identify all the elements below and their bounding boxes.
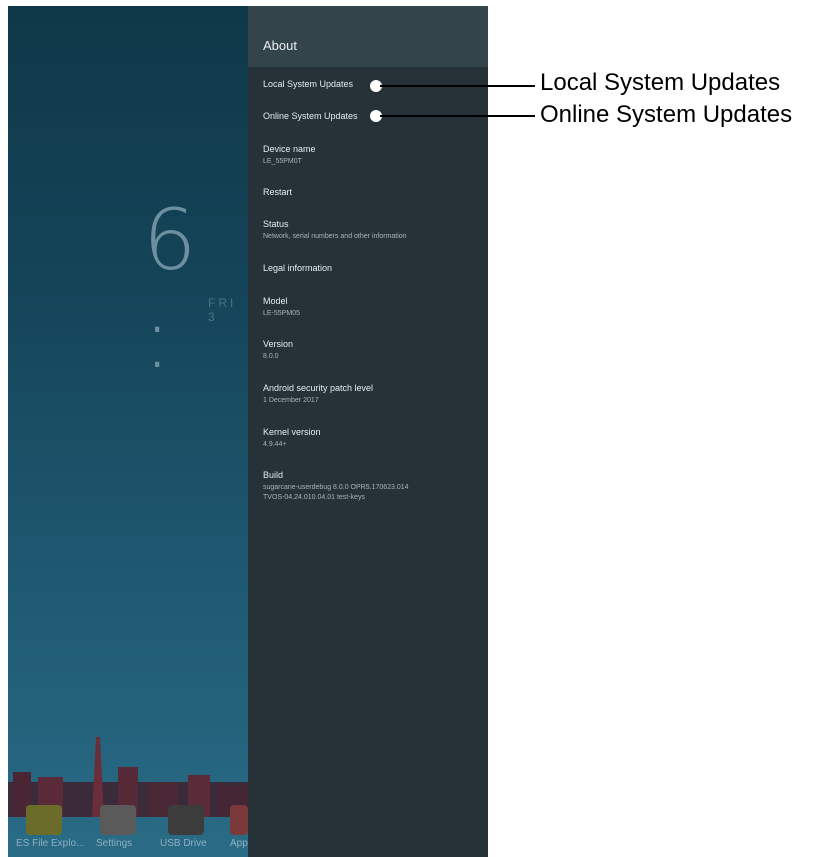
about-settings-panel: About Local System Updates Online System… bbox=[248, 6, 488, 857]
menu-item-build[interactable]: Build sugarcane-userdebug 8.0.0 OPR5.170… bbox=[263, 469, 483, 503]
item-subtitle: Network, serial numbers and other inform… bbox=[263, 233, 407, 240]
item-subtitle: 1 December 2017 bbox=[263, 397, 319, 404]
item-subtitle: sugarcane-userdebug 8.0.0 OPR5.170623.01… bbox=[263, 484, 409, 491]
settings-icon[interactable] bbox=[100, 805, 136, 835]
menu-item-model[interactable]: Model LE-55PM05 bbox=[263, 295, 483, 319]
app-label[interactable]: App bbox=[230, 838, 248, 849]
app-label[interactable]: ES File Explo... bbox=[16, 838, 84, 849]
menu-item-legal-information[interactable]: Legal information bbox=[263, 262, 483, 274]
menu-item-device-name[interactable]: Device name LE_55PM0T bbox=[263, 143, 483, 167]
item-title: Restart bbox=[263, 187, 293, 197]
callout-label-local: Local System Updates bbox=[540, 69, 781, 96]
item-subtitle: LE_55PM0T bbox=[263, 158, 302, 165]
item-title: Status bbox=[263, 219, 289, 229]
panel-title: About bbox=[263, 38, 297, 53]
item-title: Model bbox=[263, 296, 288, 306]
item-title: Legal information bbox=[263, 263, 333, 273]
app-label[interactable]: USB Drive bbox=[160, 838, 207, 849]
menu-item-restart[interactable]: Restart bbox=[263, 186, 483, 198]
app-row: ES File Explo... Settings USB Drive App bbox=[8, 797, 248, 857]
item-title: Device name bbox=[263, 144, 316, 154]
menu-item-kernel-version[interactable]: Kernel version 4.9.44+ bbox=[263, 426, 483, 450]
app-label[interactable]: Settings bbox=[96, 838, 132, 849]
item-title: Build bbox=[263, 470, 284, 480]
item-subtitle: LE-55PM05 bbox=[263, 310, 300, 317]
item-title: Android security patch level bbox=[263, 383, 374, 393]
item-title: Version bbox=[263, 339, 294, 349]
menu-item-security-patch[interactable]: Android security patch level 1 December … bbox=[263, 382, 483, 406]
launcher-background: 6 : FRI 3 ES File Explo... Settings USB … bbox=[8, 6, 248, 857]
item-subtitle: 4.9.44+ bbox=[263, 441, 287, 448]
es-file-explorer-icon[interactable] bbox=[26, 805, 62, 835]
item-subtitle: 8.0.0 bbox=[263, 353, 279, 360]
callout-line-online bbox=[380, 115, 535, 117]
panel-header: About bbox=[248, 6, 488, 67]
menu-item-version[interactable]: Version 8.0.0 bbox=[263, 338, 483, 362]
menu-item-status[interactable]: Status Network, serial numbers and other… bbox=[263, 218, 483, 242]
usb-drive-icon[interactable] bbox=[168, 805, 204, 835]
app-icon[interactable] bbox=[230, 805, 248, 835]
clock-time: 6 : bbox=[143, 191, 199, 387]
item-title: Kernel version bbox=[263, 427, 321, 437]
item-subtitle-line2: TVOS-04.24.010.04.01 test-keys bbox=[263, 494, 365, 501]
clock-date: FRI 3 bbox=[208, 296, 237, 324]
callout-line-local bbox=[380, 85, 535, 87]
callout-label-online: Online System Updates bbox=[540, 101, 793, 128]
